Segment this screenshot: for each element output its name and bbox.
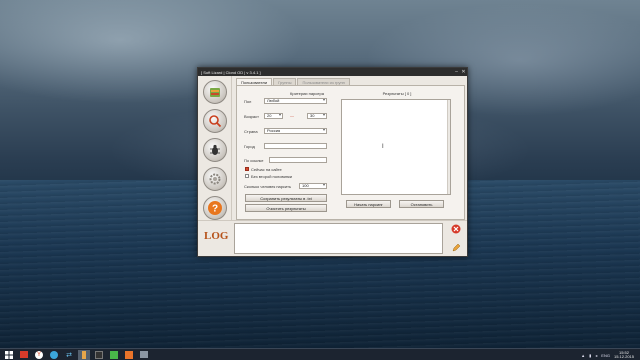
no-partner-checkbox[interactable]: [245, 174, 249, 178]
gear-icon: [209, 173, 221, 185]
tray-network-icon[interactable]: ▮: [589, 353, 591, 358]
gender-select[interactable]: Любой: [264, 98, 327, 104]
telegram-icon: [50, 350, 58, 359]
sidebar-search-button[interactable]: [203, 109, 227, 133]
taskbar-app-active[interactable]: [78, 349, 90, 360]
arrows-icon: ⇄: [66, 351, 72, 359]
users-panel: Критерии парсера Пол Любой Возраст 20 — …: [236, 85, 465, 220]
tray-language[interactable]: ENG: [601, 353, 610, 358]
edit-log-icon[interactable]: [452, 243, 461, 252]
tray-clock[interactable]: 15:52 15.12.2015: [614, 351, 634, 359]
taskbar-app-dark[interactable]: [93, 350, 105, 360]
app-dark-icon: [95, 350, 103, 359]
app-green-icon: [110, 350, 118, 359]
window-title: [ Soft Lizard | Clond OD | v 3.4.1 ]: [201, 69, 261, 75]
sidebar-users-button[interactable]: [203, 80, 227, 104]
city-label: Город: [244, 144, 255, 149]
log-textbox[interactable]: [234, 223, 443, 254]
app-orange-icon: [125, 350, 133, 359]
taskbar-yandex-browser[interactable]: Y: [33, 350, 45, 360]
by-link-input[interactable]: [269, 157, 327, 163]
taskbar-app-red[interactable]: [18, 350, 30, 360]
sidebar-settings-button[interactable]: [203, 167, 227, 191]
tab-bar: Пользователи Группы Пользователи из груп…: [236, 78, 351, 85]
count-spinbox[interactable]: 100: [299, 183, 327, 189]
tab-groups[interactable]: Группы: [273, 78, 297, 85]
online-checkbox[interactable]: [245, 167, 249, 171]
gender-label: Пол: [244, 99, 252, 104]
tray-volume-icon[interactable]: ◂: [595, 353, 597, 358]
criteria-title: Критерии парсера: [290, 91, 324, 96]
app-active-icon: [82, 350, 86, 359]
log-title: LOG: [204, 230, 229, 242]
city-input[interactable]: [264, 143, 327, 149]
save-results-button[interactable]: Сохранить результаты в .txt: [245, 194, 327, 202]
help-icon: ?: [208, 201, 222, 215]
age-from-select[interactable]: 20: [264, 113, 283, 119]
sidebar-bug-button[interactable]: [203, 138, 227, 162]
clear-results-button[interactable]: Очистить результаты: [245, 204, 327, 212]
close-button[interactable]: ✕: [460, 69, 467, 76]
taskbar-telegram[interactable]: [48, 350, 60, 360]
tab-users[interactable]: Пользователи: [236, 78, 273, 85]
taskbar-app-green[interactable]: [108, 350, 120, 360]
start-button[interactable]: [3, 350, 15, 360]
app-red-icon: [20, 351, 28, 358]
text-cursor-icon: I: [382, 144, 384, 150]
taskbar: Y ⇄ ▲ ▮ ◂ ENG 15:52 15.12.2015: [0, 348, 640, 360]
results-list[interactable]: I: [341, 99, 451, 195]
bug-icon: [210, 144, 220, 155]
sidebar: ?: [198, 76, 232, 220]
app-window: [ Soft Lizard | Clond OD | v 3.4.1 ] – ✕…: [197, 67, 468, 257]
country-label: Страна: [244, 129, 258, 134]
start-parsing-button[interactable]: Начать парсинг: [346, 200, 391, 208]
system-tray: ▲ ▮ ◂ ENG 15:52 15.12.2015: [581, 349, 634, 360]
taskbar-app-gray[interactable]: [138, 350, 150, 360]
windows-icon: [5, 350, 13, 359]
tab-group-users[interactable]: Пользователи из групп: [297, 78, 350, 85]
clear-log-icon[interactable]: [451, 224, 461, 234]
stop-button[interactable]: Остановить: [399, 200, 444, 208]
tray-up-arrow-icon[interactable]: ▲: [581, 353, 585, 358]
age-dash: —: [290, 113, 294, 118]
by-link-label: По ссылке: [244, 158, 264, 163]
svg-text:?: ?: [212, 204, 218, 215]
log-area: LOG: [198, 220, 467, 256]
minimize-button[interactable]: –: [453, 69, 460, 76]
clock-date: 15.12.2015: [613, 354, 634, 359]
no-partner-label: Без второй половинки: [251, 174, 293, 179]
results-title: Результаты [ 0 ]: [382, 91, 412, 96]
search-icon: [209, 115, 222, 128]
age-label: Возраст: [244, 114, 259, 119]
results-scrollbar[interactable]: [447, 100, 450, 194]
online-label: Сейчас на сайте: [251, 167, 282, 172]
users-icon: [210, 88, 220, 97]
age-to-select[interactable]: 30: [307, 113, 327, 119]
taskbar-app-orange[interactable]: [123, 350, 135, 360]
taskbar-app-arrows[interactable]: ⇄: [63, 350, 75, 360]
title-bar[interactable]: [ Soft Lizard | Clond OD | v 3.4.1 ] – ✕: [198, 68, 467, 76]
count-label: Сколько человек парсить: [244, 184, 292, 189]
sidebar-help-button[interactable]: ?: [203, 196, 227, 220]
yandex-icon: Y: [35, 350, 43, 359]
app-gray-icon: [140, 351, 148, 358]
country-select[interactable]: Россия: [264, 128, 327, 134]
